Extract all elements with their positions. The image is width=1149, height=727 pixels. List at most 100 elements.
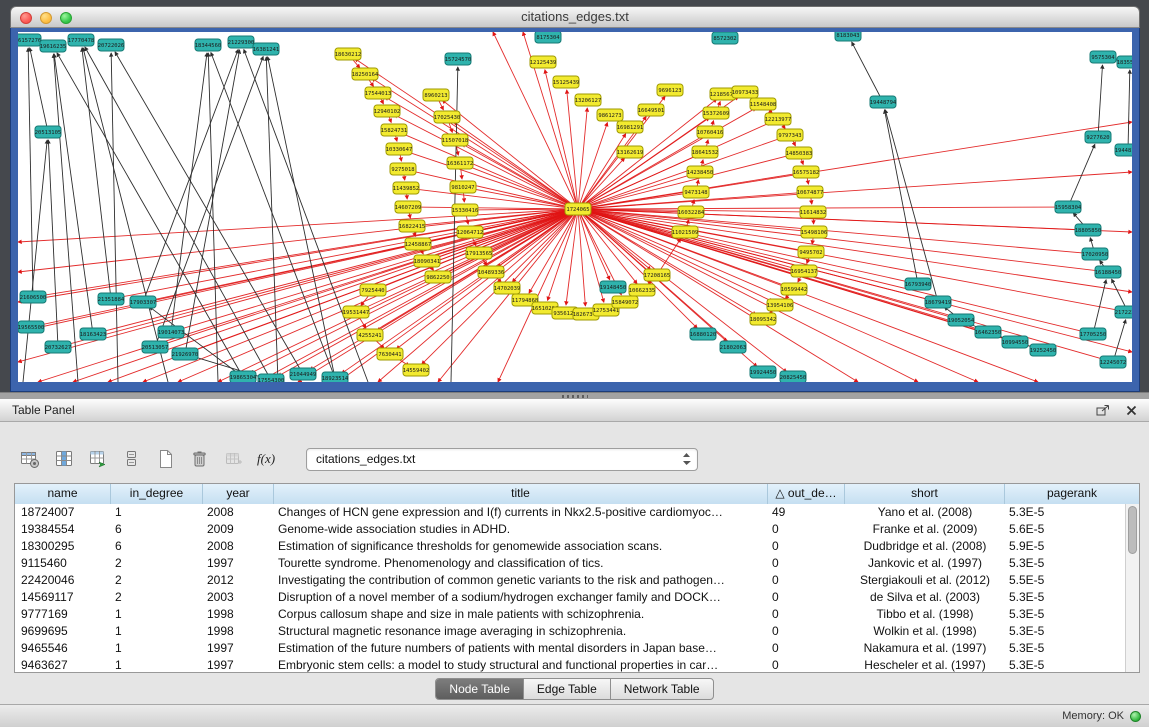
table-row[interactable]: 1938455462009Genome-wide association stu…: [15, 521, 1125, 538]
graph-node[interactable]: 17770478: [68, 34, 95, 46]
graph-node[interactable]: 16954137: [791, 265, 818, 277]
graph-node[interactable]: 12458867: [405, 238, 432, 250]
graph-node[interactable]: 11021509: [672, 226, 699, 238]
graph-node[interactable]: 17025430: [434, 111, 461, 123]
graph-node[interactable]: 14607209: [395, 201, 422, 213]
column-header-short[interactable]: short: [845, 484, 1005, 504]
graph-node[interactable]: 8183043: [835, 32, 861, 41]
graph-node[interactable]: 17020950: [1082, 248, 1109, 260]
graph-node[interactable]: 18344560: [195, 39, 222, 51]
float-panel-button[interactable]: [1095, 402, 1111, 418]
graph-node[interactable]: 16981291: [617, 121, 644, 133]
close-window-button[interactable]: [20, 12, 32, 24]
graph-node[interactable]: 21044949: [290, 368, 317, 380]
graph-node[interactable]: 18679419: [925, 296, 952, 308]
graph-node[interactable]: 13162619: [617, 146, 644, 158]
window-titlebar[interactable]: citations_edges.txt: [10, 6, 1140, 28]
table-settings-button[interactable]: [16, 446, 44, 472]
column-header-name[interactable]: name: [15, 484, 111, 504]
tab-edge-table[interactable]: Edge Table: [524, 679, 611, 699]
graph-node[interactable]: 10994550: [1002, 336, 1029, 348]
graph-node[interactable]: 14559402: [403, 364, 430, 376]
graph-node[interactable]: 19252450: [1030, 344, 1057, 356]
graph-node[interactable]: 12213977: [765, 113, 792, 125]
graph-node[interactable]: 4255241: [357, 329, 383, 341]
graph-node[interactable]: 16361172: [447, 157, 474, 169]
table-row[interactable]: 1456911722003Disruption of a novel membe…: [15, 589, 1125, 606]
close-panel-button[interactable]: [1123, 402, 1139, 418]
graph-node[interactable]: 10973433: [732, 86, 759, 98]
new-document-button[interactable]: [152, 446, 180, 472]
graph-node[interactable]: 21351884: [98, 293, 125, 305]
graph-node[interactable]: 18355450: [1117, 56, 1132, 68]
scrollbar-thumb[interactable]: [1128, 506, 1137, 554]
table-row[interactable]: 1830029562008Estimation of significance …: [15, 538, 1125, 555]
graph-node[interactable]: 16188450: [1095, 266, 1122, 278]
graph-node[interactable]: 16575182: [793, 166, 820, 178]
graph-hub-node[interactable]: 1724065: [565, 203, 591, 215]
graph-node[interactable]: 21606500: [20, 291, 47, 303]
graph-node[interactable]: 15958304: [1055, 201, 1082, 213]
graph-node[interactable]: 21229300: [228, 36, 255, 48]
graph-node[interactable]: 18805850: [1075, 224, 1102, 236]
graph-node[interactable]: 17544013: [365, 87, 392, 99]
graph-node[interactable]: 19616235: [40, 40, 67, 52]
table-row[interactable]: 1872400712008Changes of HCN gene express…: [15, 504, 1125, 521]
graph-node[interactable]: 10760416: [697, 126, 724, 138]
graph-node[interactable]: 12125439: [530, 56, 557, 68]
graph-node[interactable]: 14850383: [786, 147, 813, 159]
graph-node[interactable]: 18630212: [335, 48, 362, 60]
graph-node[interactable]: 18163423: [80, 328, 107, 340]
graph-node[interactable]: 18095342: [750, 313, 777, 325]
graph-node[interactable]: 7925440: [360, 284, 386, 296]
graph-node[interactable]: 19448794: [870, 96, 897, 108]
graph-node[interactable]: 8572302: [712, 32, 738, 44]
graph-node[interactable]: 16822415: [399, 220, 426, 232]
merge-table-button[interactable]: [220, 446, 248, 472]
column-header-in_degree[interactable]: in_degree: [111, 484, 203, 504]
graph-node[interactable]: 21802063: [720, 341, 747, 353]
table-scrollbar[interactable]: [1125, 504, 1139, 672]
network-canvas-svg[interactable]: 1863021218250164175440131294010215824731…: [18, 32, 1132, 382]
graph-node[interactable]: 18250164: [352, 68, 379, 80]
minimize-window-button[interactable]: [40, 12, 52, 24]
graph-node[interactable]: 19448120: [1115, 144, 1132, 156]
zoom-window-button[interactable]: [60, 12, 72, 24]
graph-node[interactable]: 9810247: [450, 181, 476, 193]
graph-node[interactable]: 19148450: [600, 281, 627, 293]
graph-node[interactable]: 20513105: [35, 126, 62, 138]
graph-node[interactable]: 19565500: [18, 321, 44, 333]
graph-node[interactable]: 9275018: [390, 163, 416, 175]
table-row[interactable]: 2242004622012Investigating the contribut…: [15, 572, 1125, 589]
graph-node[interactable]: 19865304: [230, 371, 257, 382]
graph-node[interactable]: 21926970: [172, 348, 199, 360]
graph-node[interactable]: 18641532: [692, 146, 719, 158]
graph-node[interactable]: 13954106: [767, 299, 794, 311]
column-header-pagerank[interactable]: pagerank: [1005, 484, 1139, 504]
import-table-button[interactable]: [84, 446, 112, 472]
graph-node[interactable]: 10599442: [781, 283, 808, 295]
graph-node[interactable]: 9861273: [597, 109, 623, 121]
graph-node[interactable]: 8175304: [535, 32, 561, 43]
graph-node[interactable]: 17913565: [466, 247, 493, 259]
graph-node[interactable]: 15372609: [703, 107, 730, 119]
graph-node[interactable]: 8960213: [423, 89, 449, 101]
graph-node[interactable]: 15498106: [801, 226, 828, 238]
graph-node[interactable]: 11507018: [442, 134, 469, 146]
delete-button[interactable]: [186, 446, 214, 472]
table-row[interactable]: 977716911998Corpus callosum shape and si…: [15, 606, 1125, 623]
graph-node[interactable]: 16462350: [975, 326, 1002, 338]
column-header-title[interactable]: title: [274, 484, 768, 504]
tab-network-table[interactable]: Network Table: [611, 679, 713, 699]
graph-node[interactable]: 20722026: [98, 39, 125, 51]
graph-node[interactable]: 11548408: [750, 98, 777, 110]
graph-node[interactable]: 15724570: [445, 53, 472, 65]
graph-node[interactable]: 20825450: [780, 371, 807, 382]
graph-node[interactable]: 15125439: [553, 76, 580, 88]
graph-node[interactable]: 17554300: [258, 374, 285, 382]
graph-node[interactable]: 9277620: [1085, 131, 1111, 143]
graph-node[interactable]: 17208165: [644, 269, 671, 281]
graph-node[interactable]: 9473148: [683, 186, 709, 198]
graph-node[interactable]: 12940102: [374, 105, 401, 117]
graph-node[interactable]: 9575304: [1090, 51, 1116, 63]
